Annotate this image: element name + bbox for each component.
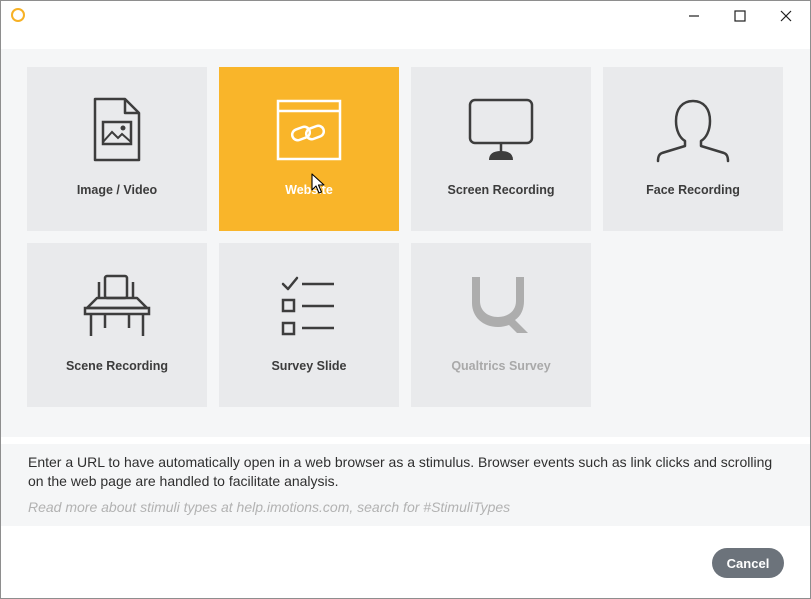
tile-survey-slide[interactable]: Survey Slide	[219, 243, 399, 407]
website-link-icon	[276, 99, 342, 161]
tile-label: Website	[285, 183, 333, 197]
title-bar	[1, 1, 810, 49]
tile-qualtrics-survey: Qualtrics Survey	[411, 243, 591, 407]
mouse-pointer-icon	[311, 173, 325, 194]
close-button[interactable]	[763, 1, 809, 31]
tile-label: Scene Recording	[65, 359, 169, 373]
cancel-button[interactable]: Cancel	[712, 548, 784, 578]
tile-scene-recording[interactable]: Scene Recording	[27, 243, 207, 407]
stimulus-type-grid: Image / Video Website Screen Recording F…	[1, 49, 810, 437]
tile-label: Survey Slide	[271, 359, 347, 373]
tile-label: Image / Video	[76, 183, 158, 197]
qualtrics-logo-icon	[472, 277, 528, 333]
stimulus-type-dialog: Image / Video Website Screen Recording F…	[0, 0, 811, 599]
tile-screen-recording[interactable]: Screen Recording	[411, 67, 591, 231]
tile-image-video[interactable]: Image / Video	[27, 67, 207, 231]
maximize-icon	[734, 10, 746, 22]
tile-label: Screen Recording	[447, 183, 555, 197]
help-text: Read more about stimuli types at help.im…	[28, 499, 511, 515]
image-file-icon	[93, 97, 141, 162]
close-icon	[780, 10, 792, 22]
imotions-ring-icon	[11, 8, 25, 22]
minimize-icon	[689, 15, 699, 17]
tile-face-recording[interactable]: Face Recording	[603, 67, 783, 231]
tile-website[interactable]: Website	[219, 67, 399, 231]
minimize-button[interactable]	[671, 1, 717, 31]
tile-label: Face Recording	[646, 183, 740, 197]
maximize-button[interactable]	[717, 1, 763, 31]
stimulus-description: Enter a URL to have automatically open i…	[28, 454, 773, 489]
tile-label: Qualtrics Survey	[451, 359, 551, 373]
description-panel: Enter a URL to have automatically open i…	[1, 444, 810, 526]
desk-icon	[83, 274, 151, 336]
person-bust-icon	[656, 99, 730, 163]
monitor-icon	[468, 98, 534, 160]
checklist-icon	[281, 276, 334, 336]
